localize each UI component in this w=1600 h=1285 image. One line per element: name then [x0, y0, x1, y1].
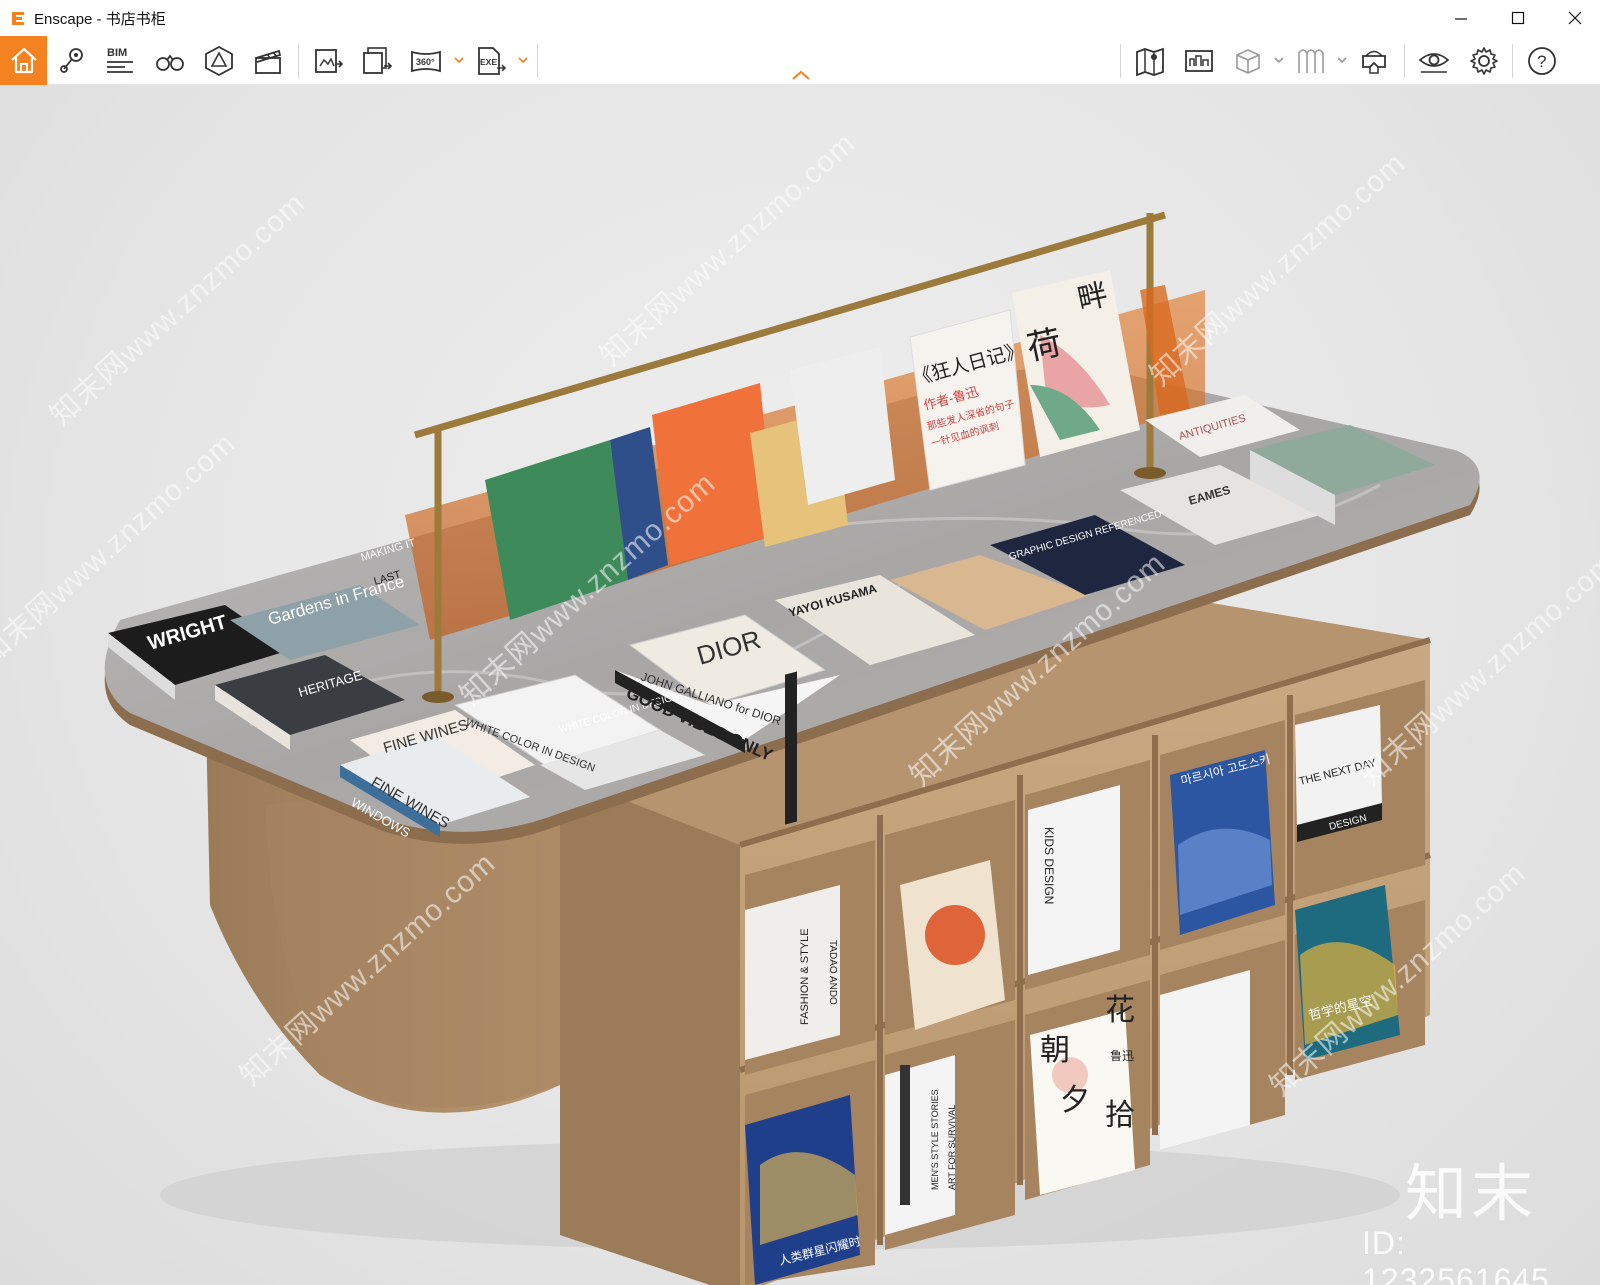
vr-headset-button[interactable]: [1352, 39, 1396, 83]
book-zhaohua-char-2: 花: [1105, 994, 1135, 1027]
close-button[interactable]: [1547, 0, 1600, 36]
export-dropdown[interactable]: [516, 48, 530, 72]
orthographic-button[interactable]: [148, 39, 192, 83]
panorama-360-icon: 360°: [411, 50, 441, 73]
minimize-button[interactable]: [1433, 0, 1489, 36]
brand-id: ID: 1232561645: [1362, 1225, 1550, 1285]
svg-text:360°: 360°: [416, 57, 435, 67]
map-button[interactable]: [1128, 39, 1172, 83]
site-context-icon: [1185, 50, 1213, 72]
book-zhaohua-author: 鲁迅: [1110, 1049, 1134, 1063]
home-icon: [10, 47, 37, 73]
svg-text:EXE: EXE: [480, 57, 497, 67]
chevron-down-icon: [1274, 57, 1284, 64]
help-button[interactable]: ?: [1520, 39, 1564, 83]
book-art-survival: ART FOR SURVIVAL: [947, 1105, 957, 1190]
book-fashion-style: FASHION & STYLE: [799, 928, 811, 1025]
help-icon: ?: [1528, 47, 1556, 75]
batch-render-button[interactable]: [355, 39, 399, 83]
walkthrough-button[interactable]: [1288, 39, 1332, 83]
gear-icon: [1470, 47, 1498, 75]
enscape-window: Enscape - 书店书柜 BIM 360° EXE ? 《狂人日记》 作者-…: [0, 0, 1600, 1285]
box-dropdown[interactable]: [1272, 48, 1286, 72]
render-image-button[interactable]: [306, 39, 350, 83]
orthographic-box-button[interactable]: [1226, 39, 1270, 83]
walk-icon: [1298, 49, 1324, 73]
walk-dropdown[interactable]: [1335, 48, 1349, 72]
book-kids-design: KIDS DESIGN: [1042, 827, 1056, 904]
book-zhaohua-char-1: 朝: [1040, 1034, 1070, 1067]
enscape-logo-icon: [12, 12, 24, 25]
svg-text:?: ?: [1537, 52, 1546, 71]
maximize-icon: [1511, 11, 1525, 25]
book-zhaohua-char-4: 拾: [1105, 1099, 1135, 1132]
eye-icon: [1418, 53, 1450, 73]
asset-library-button[interactable]: [197, 39, 241, 83]
panorama-button[interactable]: 360°: [404, 39, 448, 83]
export-exe-button[interactable]: EXE: [468, 39, 512, 83]
map-pin-icon: [60, 48, 83, 73]
book-tadao-ando: TADAO ANDO: [827, 940, 838, 1005]
export-exe-icon: EXE: [478, 47, 507, 75]
asset-icon: [205, 45, 233, 77]
binoculars-icon: [156, 54, 184, 71]
bim-icon: BIM: [107, 47, 133, 73]
render-viewport[interactable]: 《狂人日记》 作者-鲁迅 那些发人深省的句子 一针见血的讽刺 畔 荷 WRIGH…: [0, 85, 1600, 1285]
chevron-up-icon: [792, 70, 810, 80]
brand-watermark: 知末: [1405, 1157, 1538, 1230]
book-mens-style: MEN'S STYLE STORIES: [930, 1089, 940, 1190]
visual-settings-button[interactable]: [1412, 39, 1456, 83]
main-toolbar: BIM 360° EXE ?: [0, 36, 1600, 85]
clapperboard-icon: [255, 49, 282, 74]
cube-icon: [1236, 49, 1260, 74]
home-button[interactable]: [0, 36, 47, 85]
batch-render-icon: [363, 47, 393, 74]
render-image-icon: [315, 49, 344, 73]
settings-button[interactable]: [1462, 39, 1506, 83]
bim-button[interactable]: BIM: [98, 39, 142, 83]
collapse-toolbar-button[interactable]: [788, 66, 814, 84]
chevron-down-icon: [518, 57, 528, 64]
chevron-down-icon: [1337, 57, 1347, 64]
map-icon: [1136, 47, 1164, 77]
panorama-dropdown[interactable]: [452, 48, 466, 72]
svg-text:BIM: BIM: [107, 47, 127, 59]
minimize-icon: [1455, 18, 1467, 20]
close-icon: [1568, 11, 1582, 25]
chevron-down-icon: [454, 57, 464, 64]
title-bar: Enscape - 书店书柜: [0, 0, 1600, 36]
video-editor-button[interactable]: [246, 39, 290, 83]
views-button[interactable]: [50, 39, 94, 83]
vr-headset-icon: [1362, 50, 1386, 74]
window-title: Enscape - 书店书柜: [34, 10, 166, 28]
maximize-button[interactable]: [1490, 0, 1546, 36]
site-context-button[interactable]: [1177, 39, 1221, 83]
book-zhaohua-char-3: 夕: [1060, 1084, 1090, 1117]
